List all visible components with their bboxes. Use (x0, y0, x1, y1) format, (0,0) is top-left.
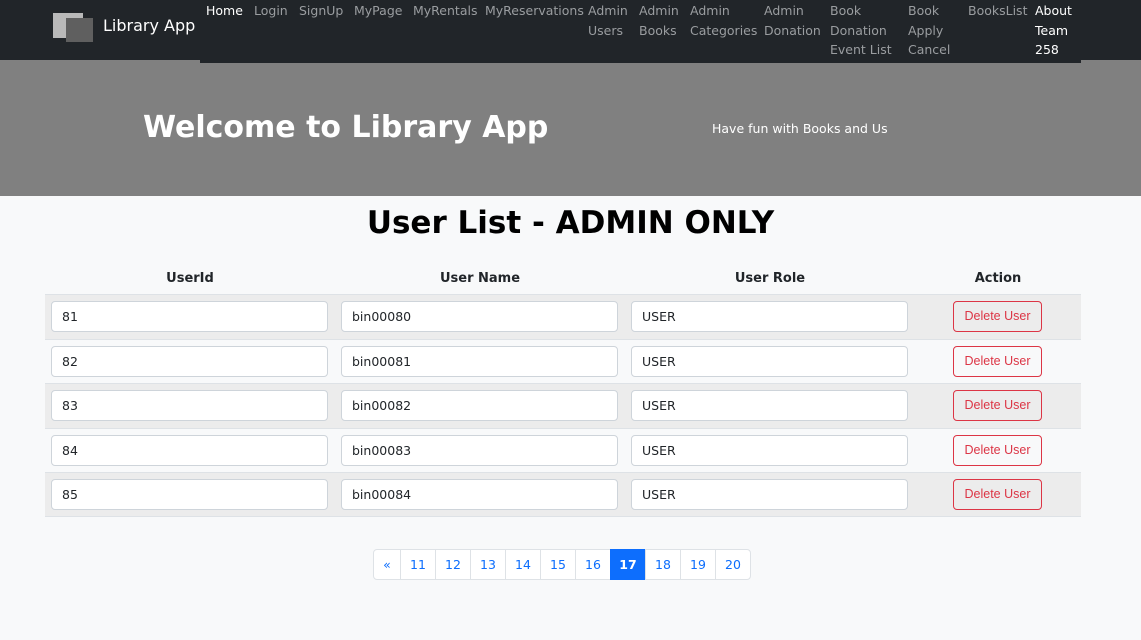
nav-item-home[interactable]: Home (206, 1, 243, 21)
userrole-input[interactable]: USER (631, 434, 908, 466)
pagination: «11 12 13 14 15 16 17 18 19 20 (373, 549, 751, 580)
header-userid: UserId (166, 271, 214, 286)
delete-user-button[interactable]: Delete User (953, 345, 1042, 377)
pagination-page[interactable]: 19 (680, 549, 716, 580)
userrole-input[interactable]: USER (631, 345, 908, 377)
userid-input[interactable]: 82 (51, 345, 328, 377)
page-title: User List - ADMIN ONLY (366, 205, 775, 241)
userid-input[interactable]: 85 (51, 479, 328, 510)
nav-item-myreservations[interactable]: MyReservations (485, 1, 584, 21)
nav-item-login[interactable]: Login (254, 1, 288, 21)
pagination-page[interactable]: 12 (435, 549, 471, 580)
userrole-input[interactable]: USER (631, 479, 908, 510)
pagination-page[interactable]: 13 (470, 549, 506, 580)
nav-item-bookslist[interactable]: BooksList (968, 1, 1027, 21)
logo-image[interactable] (53, 13, 93, 42)
userid-input[interactable]: 81 (51, 301, 328, 332)
table-row: 83 bin00082 USER Delete User (45, 383, 1081, 428)
nav-item-admin-users[interactable]: Admin Users (588, 1, 628, 40)
table-row: 81 bin00080 USER Delete User (45, 294, 1081, 339)
pagination-prev[interactable]: « (373, 549, 401, 580)
userrole-input[interactable]: USER (631, 390, 908, 421)
nav-item-about-team-258[interactable]: About Team 258 (1035, 1, 1072, 60)
brand-link[interactable]: Library App (103, 16, 195, 35)
userrole-input[interactable]: USER (631, 301, 908, 332)
nav-item-myrentals[interactable]: MyRentals (413, 1, 477, 21)
nav-item-book-apply-cancel[interactable]: Book Apply Cancel (908, 1, 950, 60)
username-input[interactable]: bin00084 (341, 479, 618, 510)
nav-item-signup[interactable]: SignUp (299, 1, 343, 21)
username-input[interactable]: bin00081 (341, 345, 618, 377)
nav-menu: Home Login SignUp MyPage MyRentals MyReservat… (200, 0, 1081, 63)
username-input[interactable]: bin00082 (341, 390, 618, 421)
pagination-page[interactable]: 11 (400, 549, 436, 580)
pagination-page[interactable]: 16 (575, 549, 611, 580)
table-bottom-border (45, 516, 1081, 517)
delete-user-button[interactable]: Delete User (953, 434, 1042, 466)
table-row: 85 bin00084 USER Delete User (45, 472, 1081, 517)
table-row: 84 bin00083 USER Delete User (45, 427, 1081, 473)
nav-item-admin-donation[interactable]: Admin Donation (764, 1, 821, 40)
header-username: User Name (439, 271, 521, 286)
banner-subtitle: Have fun with Books and Us (712, 121, 888, 136)
username-input[interactable]: bin00080 (341, 301, 618, 332)
banner-title: Welcome to Library App (143, 110, 549, 145)
userid-input[interactable]: 84 (51, 434, 328, 466)
username-input[interactable]: bin00083 (341, 434, 618, 466)
pagination-page[interactable]: 20 (715, 549, 751, 580)
nav-item-mypage[interactable]: MyPage (354, 1, 402, 21)
header-userrole: User Role (734, 271, 806, 286)
delete-user-button[interactable]: Delete User (953, 390, 1042, 421)
userid-input[interactable]: 83 (51, 390, 328, 421)
delete-user-button[interactable]: Delete User (953, 479, 1042, 510)
pagination-page[interactable]: 15 (540, 549, 576, 580)
table-row: 82 bin00081 USER Delete User (45, 338, 1081, 384)
pagination-page[interactable]: 14 (505, 549, 541, 580)
nav-item-book-donation-event-list[interactable]: Book Donation Event List (830, 1, 892, 60)
pagination-page[interactable]: 17 (610, 549, 646, 580)
delete-user-button[interactable]: Delete User (953, 301, 1042, 332)
nav-item-admin-books[interactable]: Admin Books (639, 1, 679, 40)
nav-item-admin-categories[interactable]: Admin Categories (690, 1, 757, 40)
header-action: Action (974, 271, 1022, 286)
pagination-page[interactable]: 18 (645, 549, 681, 580)
